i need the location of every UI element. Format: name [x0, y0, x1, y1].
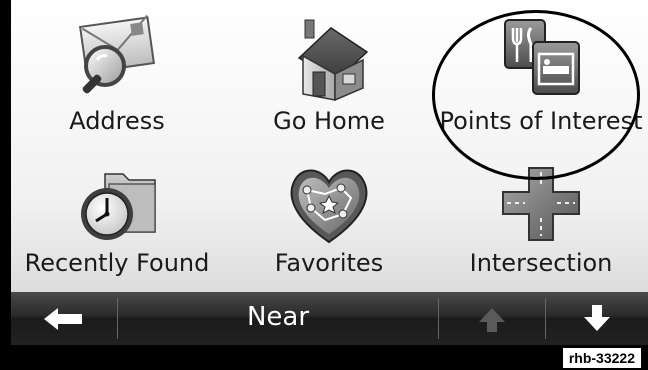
menu-item-label: Recently Found: [24, 249, 210, 277]
bottom-bezel: [0, 345, 648, 370]
scroll-up-button[interactable]: [439, 292, 545, 345]
menu-item-label: Address: [69, 107, 165, 135]
scroll-down-button[interactable]: [546, 292, 648, 345]
bottom-toolbar: Near: [11, 292, 648, 345]
near-button[interactable]: Near: [118, 292, 438, 345]
menu-item-label: Go Home: [273, 107, 385, 135]
left-arrow-icon: [44, 308, 82, 330]
heart-map-icon: [290, 169, 368, 244]
figure-code-label: rhb-33222: [561, 347, 642, 369]
crossroad-icon: [502, 167, 580, 241]
left-bezel: [0, 0, 11, 370]
back-button[interactable]: [11, 292, 117, 345]
where-to-menu: Address Go Home Points of Interest Recen…: [11, 0, 648, 292]
up-arrow-icon: [479, 308, 505, 332]
menu-item-go-home[interactable]: Go Home: [223, 0, 435, 146]
menu-item-label: Points of Interest: [439, 107, 643, 135]
gps-screen: Address Go Home Points of Interest Recen…: [0, 0, 648, 370]
menu-item-intersection[interactable]: Intersection: [435, 146, 647, 292]
menu-item-points-of-interest[interactable]: Points of Interest: [435, 0, 647, 146]
address-magnifier-icon: [79, 14, 155, 94]
menu-item-label: Favorites: [274, 249, 384, 277]
poi-fork-bed-icon: [504, 19, 580, 95]
near-label: Near: [246, 302, 310, 332]
house-icon: [297, 19, 369, 102]
down-arrow-icon: [584, 305, 610, 331]
menu-item-favorites[interactable]: Favorites: [223, 146, 435, 292]
clock-folder-icon: [81, 173, 156, 240]
menu-item-address[interactable]: Address: [11, 0, 223, 146]
menu-item-label: Intersection: [469, 249, 613, 277]
menu-item-recently-found[interactable]: Recently Found: [11, 146, 223, 292]
